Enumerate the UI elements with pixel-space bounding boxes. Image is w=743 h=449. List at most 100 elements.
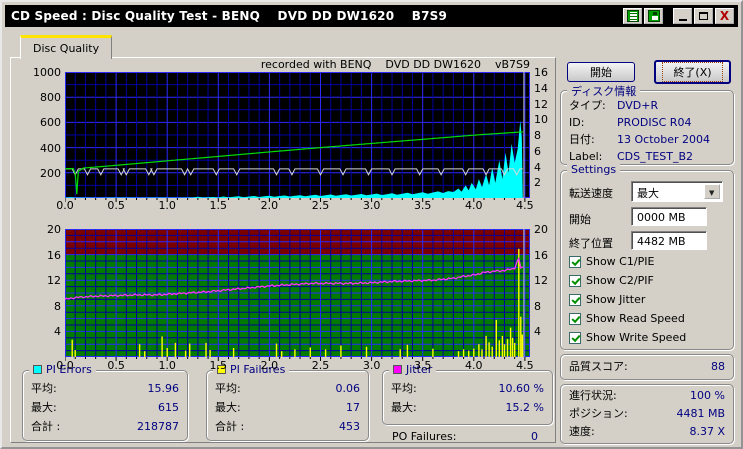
start-position-label: 開始 — [569, 211, 591, 227]
axis-tick-label: 8 — [19, 300, 61, 313]
axis-tick-label: 2.5 — [306, 359, 334, 372]
checkbox-label: Show Write Speed — [586, 331, 686, 344]
axis-tick-label: 2.0 — [255, 359, 283, 372]
titlebar: CD Speed : Disc Quality Test - BENQ DVD … — [5, 5, 738, 27]
avg-label: 平均: — [31, 379, 57, 398]
po-failures-row: PO Failures: 0 — [384, 427, 546, 446]
disc-type-value: DVD+R — [617, 97, 658, 114]
axis-tick-label: 600 — [19, 116, 61, 129]
axis-tick-label: 800 — [19, 91, 61, 104]
disc-id-label: ID: — [569, 114, 617, 131]
axis-tick-label: 4.0 — [460, 359, 488, 372]
axis-tick-label: 3.5 — [409, 359, 437, 372]
axis-tick-label: 1.5 — [204, 359, 232, 372]
axis-tick-label: 20 — [534, 223, 558, 236]
quality-score-label: 品質スコア: — [569, 355, 628, 379]
disc-info-box: ディスク情報 タイプ:DVD+R ID:PRODISC R04 日付:13 Oc… — [560, 90, 734, 165]
checked-checkbox-icon — [569, 256, 581, 268]
transfer-speed-select[interactable]: 最大 — [631, 181, 723, 202]
speed-pi-error-chart — [65, 72, 530, 203]
po-failures-label: PO Failures: — [392, 427, 456, 446]
tab-label: Disc Quality — [33, 42, 99, 55]
total-value: 218787 — [137, 417, 179, 436]
axis-tick-label: 3.0 — [358, 199, 386, 212]
avg-label: 平均: — [215, 379, 241, 398]
axis-tick-label: 400 — [19, 142, 61, 155]
grid — [65, 229, 530, 357]
axis-tick-label: 14 — [534, 82, 558, 95]
titlebar-buttons: X — [623, 8, 734, 24]
axis-tick-label: 16 — [534, 249, 558, 262]
axis-tick-label: 16 — [19, 249, 61, 262]
close-icon: X — [720, 10, 729, 22]
checkbox-show-jitter[interactable]: Show Jitter — [569, 293, 645, 306]
position-value: 4481 MB — [676, 405, 725, 423]
maximize-button[interactable] — [694, 8, 713, 24]
axis-tick-label: 4.0 — [460, 199, 488, 212]
chevron-down-icon[interactable] — [704, 184, 720, 199]
axis-tick-label: 1.0 — [153, 359, 181, 372]
floppy-save-icon — [648, 10, 660, 22]
total-label: 合計 : — [215, 417, 244, 436]
app-window: CD Speed : Disc Quality Test - BENQ DVD … — [0, 0, 743, 449]
checked-checkbox-icon — [569, 332, 581, 344]
axis-tick-label: 6 — [534, 145, 558, 158]
chart-header: recorded with BENQ DVD DD DW1620 vB7S9 — [202, 58, 530, 71]
checkbox-show-write-speed[interactable]: Show Write Speed — [569, 331, 686, 344]
axis-tick-label: 2.5 — [306, 199, 334, 212]
disc-type-label: タイプ: — [569, 97, 617, 114]
axis-tick-label: 20 — [19, 223, 61, 236]
start-position-value: 0000 MB — [637, 211, 686, 224]
start-position-field[interactable]: 0000 MB — [631, 207, 707, 226]
disc-date-value: 13 October 2004 — [617, 131, 710, 148]
progress-label: 進行状況: — [569, 387, 617, 405]
axis-tick-label: 1.0 — [153, 199, 181, 212]
quality-score-value: 88 — [711, 355, 725, 379]
checkbox-show-c2-pif[interactable]: Show C2/PIF — [569, 274, 654, 287]
speed-label: 速度: — [569, 423, 595, 441]
max-label: 最大: — [31, 398, 57, 417]
checkbox-show-read-speed[interactable]: Show Read Speed — [569, 312, 685, 325]
max-value: 15.2 % — [506, 398, 544, 417]
checked-checkbox-icon — [569, 294, 581, 306]
report-icon — [627, 10, 639, 22]
tab-disc-quality[interactable]: Disc Quality — [20, 35, 112, 59]
checked-checkbox-icon — [569, 313, 581, 325]
axis-tick-label: 4.5 — [511, 199, 539, 212]
axis-tick-label: 10 — [534, 113, 558, 126]
avg-value: 10.60 % — [499, 379, 544, 398]
checkbox-show-c1-pie[interactable]: Show C1/PIE — [569, 255, 654, 268]
end-position-value: 4482 MB — [637, 235, 686, 248]
max-label: 最大: — [391, 398, 417, 417]
save-button[interactable] — [644, 8, 663, 24]
total-label: 合計 : — [31, 417, 60, 436]
axis-tick-label: 8 — [534, 129, 558, 142]
minimize-icon — [679, 19, 687, 21]
avg-value: 15.96 — [148, 379, 180, 398]
checkbox-label: Show Read Speed — [586, 312, 685, 325]
axis-tick-label: 2 — [534, 176, 558, 189]
disc-date-label: 日付: — [569, 131, 617, 148]
checkbox-label: Show C2/PIF — [586, 274, 654, 287]
axis-tick-label: 0.5 — [102, 359, 130, 372]
axis-tick-label: 1.5 — [204, 199, 232, 212]
speed-value: 8.37 X — [689, 423, 725, 441]
avg-label: 平均: — [391, 379, 417, 398]
jitter-pi-failure-chart — [65, 229, 530, 362]
axis-tick-label: 0.5 — [102, 199, 130, 212]
axis-tick-label: 0.0 — [51, 199, 79, 212]
axis-tick-label: 16 — [534, 66, 558, 79]
start-button[interactable]: 開始 — [567, 62, 635, 82]
exit-button-label: 終了(X) — [662, 62, 722, 82]
close-button[interactable]: X — [715, 8, 734, 24]
axis-tick-label: 4 — [534, 325, 558, 338]
axis-tick-label: 4.5 — [511, 359, 539, 372]
end-position-field[interactable]: 4482 MB — [631, 231, 707, 250]
max-value: 17 — [346, 398, 360, 417]
report-button[interactable] — [623, 8, 642, 24]
minimize-button[interactable] — [673, 8, 692, 24]
exit-button[interactable]: 終了(X) — [654, 60, 731, 84]
maximize-icon — [699, 12, 708, 20]
axis-tick-label: 3.0 — [358, 359, 386, 372]
settings-title: Settings — [567, 163, 620, 176]
